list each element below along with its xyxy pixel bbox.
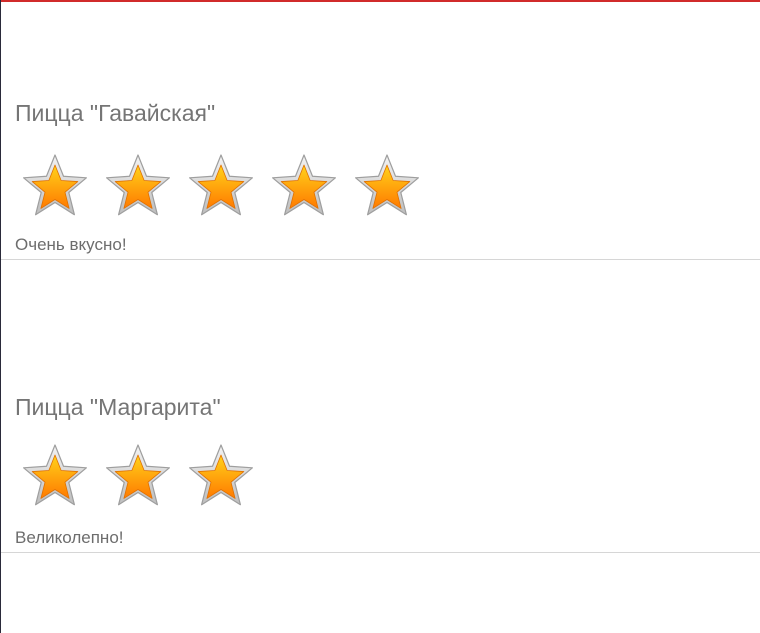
star-icon[interactable] <box>19 152 91 220</box>
star-icon[interactable] <box>185 442 257 510</box>
rating-bar[interactable] <box>19 442 268 510</box>
item-title: Пицца "Маргарита" <box>15 394 221 420</box>
star-icon[interactable] <box>102 152 174 220</box>
star-icon[interactable] <box>185 152 257 220</box>
star-icon[interactable] <box>102 442 174 510</box>
item-comment: Великолепно! <box>15 528 124 547</box>
star-icon[interactable] <box>351 152 423 220</box>
list-item[interactable]: Пицца "Маргарита" Великолепно! <box>1 260 760 553</box>
item-comment: Очень вкусно! <box>15 235 127 254</box>
item-title: Пицца "Гавайская" <box>15 100 216 126</box>
rating-bar[interactable] <box>19 152 434 220</box>
screen: Пицца "Гавайская" Очень вкусно! Пицца "М… <box>0 0 760 633</box>
list-item[interactable]: Пицца "Гавайская" Очень вкусно! <box>1 2 760 260</box>
star-icon[interactable] <box>19 442 91 510</box>
star-icon[interactable] <box>268 152 340 220</box>
